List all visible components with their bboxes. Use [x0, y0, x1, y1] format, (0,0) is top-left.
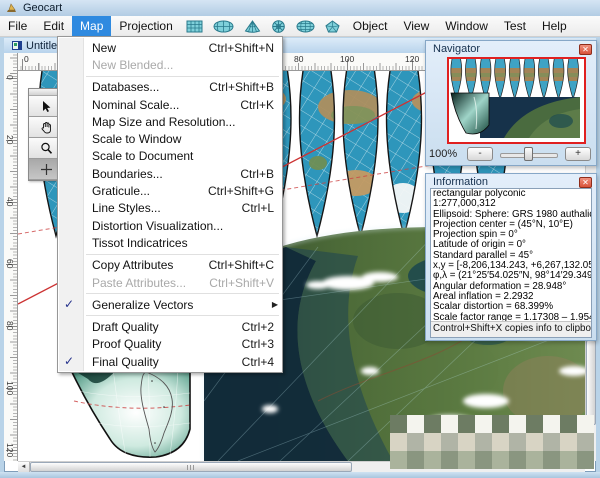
menu-item-line-styles[interactable]: Line Styles... Ctrl+L: [58, 200, 282, 217]
window-bottom-edge: [0, 472, 600, 478]
v-ruler-label: 80: [5, 321, 15, 331]
geocart-app-icon: [7, 2, 16, 12]
menu-help[interactable]: Help: [534, 16, 575, 36]
v-ruler-label: 60: [5, 259, 15, 269]
document-icon: [12, 41, 22, 50]
hand-icon: [41, 121, 51, 133]
v-ruler-label: 40: [5, 197, 15, 207]
checkmark-icon: ✓: [64, 297, 75, 312]
checkmark-icon: ✓: [64, 354, 75, 369]
zoom-out-button[interactable]: -: [467, 147, 493, 161]
zoom-percentage: 100%: [429, 148, 458, 160]
v-ruler-label: 0: [5, 75, 15, 80]
menu-item-scale-to-document[interactable]: Scale to Document: [58, 148, 282, 165]
conic-projection-icon[interactable]: [239, 16, 266, 36]
menu-view[interactable]: View: [395, 16, 437, 36]
information-title: Information: [433, 176, 489, 188]
menu-item-new[interactable]: New Ctrl+Shift+N: [58, 39, 282, 56]
menu-item-graticule[interactable]: Graticule... Ctrl+Shift+G: [58, 182, 282, 199]
navigator-zoom-controls: 100% - +: [427, 145, 595, 163]
menu-item-generalize-vectors[interactable]: ✓ Generalize Vectors ▶: [58, 296, 282, 313]
information-readout: rectangular polyconic 1:277,000,312 Elli…: [430, 188, 592, 338]
menu-test[interactable]: Test: [496, 16, 534, 36]
zoom-slider[interactable]: [500, 147, 558, 161]
submenu-arrow-icon: ▶: [271, 300, 278, 310]
menu-item-new-blended: New Blended...: [92, 57, 174, 72]
censored-watermark: [390, 415, 594, 469]
navigator-titlebar[interactable]: Navigator ✕: [426, 41, 596, 57]
window-left-edge: [0, 36, 4, 472]
crosshair-icon: [40, 163, 52, 175]
menu-item-draft-quality[interactable]: Draft Quality Ctrl+2: [58, 318, 282, 335]
scroll-left-arrow-icon[interactable]: ◄: [18, 462, 30, 472]
close-icon[interactable]: ✕: [579, 176, 592, 188]
menu-object[interactable]: Object: [345, 16, 396, 36]
close-icon[interactable]: ✕: [579, 43, 592, 55]
menu-item-boundaries[interactable]: Boundaries... Ctrl+B: [58, 165, 282, 182]
menu-item-nominal-scale[interactable]: Nominal Scale... Ctrl+K: [58, 96, 282, 113]
h-ruler-label: 100: [340, 54, 355, 64]
azimuthal-projection-icon[interactable]: [266, 16, 291, 36]
v-ruler-label: 20: [5, 135, 15, 145]
navigator-title: Navigator: [433, 43, 481, 55]
grid-projection-icon[interactable]: [181, 16, 208, 36]
menu-item-proof-quality[interactable]: Proof Quality Ctrl+3: [58, 336, 282, 353]
menu-item-scale-to-window[interactable]: Scale to Window: [58, 130, 282, 147]
info-clipboard-hint: Control+Shift+X copies info to clipboard: [431, 321, 591, 337]
menu-item-map-size-resolution[interactable]: Map Size and Resolution...: [58, 113, 282, 130]
menu-item-copy-attributes[interactable]: Copy Attributes Ctrl+Shift+C: [58, 257, 282, 274]
globe-projection-icon[interactable]: [291, 16, 320, 36]
vertical-ruler: 0 20 40 60 80 100 120: [4, 53, 18, 461]
menu-edit[interactable]: Edit: [35, 16, 72, 36]
menubar: File Edit Map Projection Object View Win…: [0, 16, 600, 37]
polyhedral-projection-icon[interactable]: [320, 16, 345, 36]
navigator-thumbnail[interactable]: [447, 57, 586, 144]
pointer-icon: [42, 100, 50, 112]
oval-projection-icon[interactable]: [208, 16, 239, 36]
h-ruler-label: 0: [24, 54, 29, 64]
h-ruler-label: 120: [405, 54, 420, 64]
h-ruler-label: 80: [294, 54, 304, 64]
menu-item-paste-attributes: Paste Attributes... Ctrl+Shift+V: [92, 275, 274, 290]
menu-projection[interactable]: Projection: [111, 16, 180, 36]
menu-map[interactable]: Map: [72, 16, 112, 36]
map-menu-dropdown: New Ctrl+Shift+N New Blended... Databases…: [57, 36, 283, 374]
menu-item-distortion-visualization[interactable]: Distortion Visualization...: [58, 217, 282, 234]
navigator-minimap: [449, 58, 580, 138]
menu-item-databases[interactable]: Databases... Ctrl+Shift+B: [58, 79, 282, 96]
app-titlebar: Geocart: [0, 0, 600, 16]
menu-item-tissot-indicatrices[interactable]: Tissot Indicatrices: [58, 234, 282, 251]
menu-window[interactable]: Window: [437, 16, 496, 36]
horizontal-scrollbar-thumb[interactable]: [30, 462, 352, 472]
scrollbar-grip: [187, 465, 196, 470]
distortion-map: [68, 367, 191, 458]
zoom-in-button[interactable]: +: [565, 147, 591, 161]
menu-file[interactable]: File: [0, 16, 35, 36]
zoom-slider-thumb[interactable]: [524, 147, 533, 161]
magnifier-icon: [40, 142, 52, 154]
vertical-scrollbar-thumb[interactable]: [586, 340, 596, 425]
v-ruler-label: 100: [5, 381, 15, 396]
app-title: Geocart: [23, 2, 63, 14]
menu-item-final-quality[interactable]: ✓ Final Quality Ctrl+4: [58, 353, 282, 370]
v-ruler-label: 120: [5, 443, 15, 458]
